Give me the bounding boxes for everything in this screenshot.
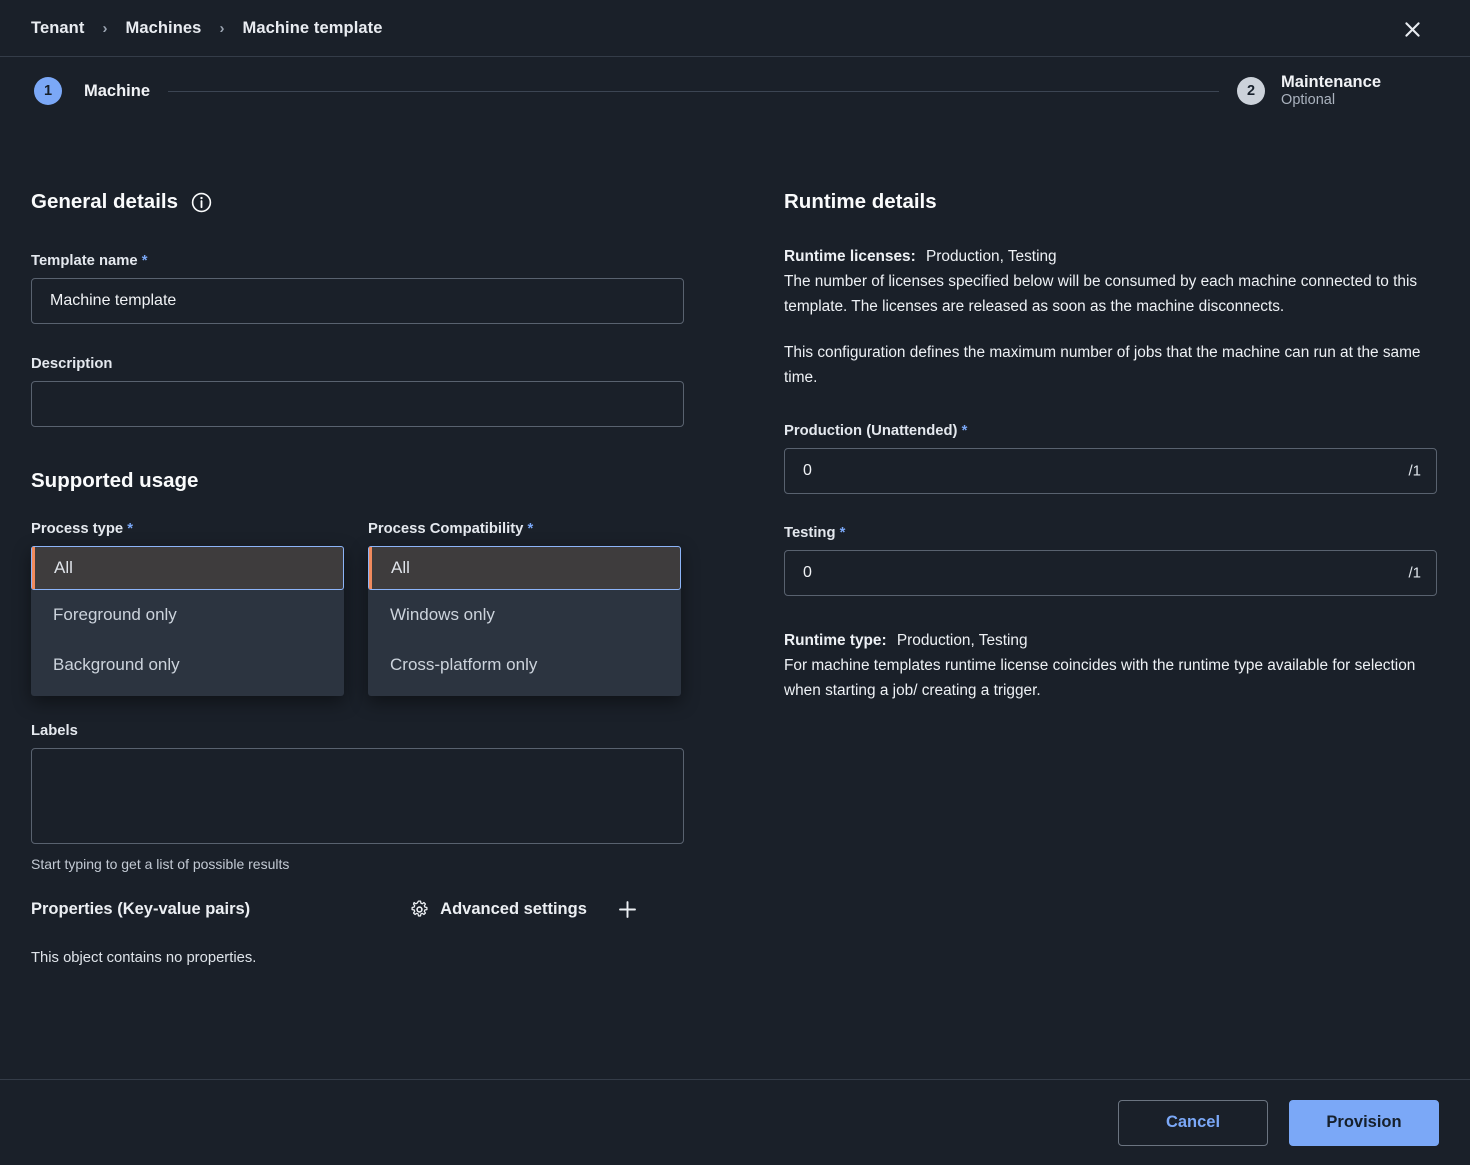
process-compatibility-dropdown: All Windows only Cross-platform only — [368, 546, 681, 696]
wizard-stepper: 1 Machine 2 Maintenance Optional — [0, 57, 1470, 125]
dialog-header: Tenant › Machines › Machine template — [0, 0, 1470, 57]
required-marker: * — [961, 422, 968, 439]
template-name-group: Template name * — [31, 253, 731, 324]
runtime-type-description: For machine templates runtime license co… — [784, 656, 1416, 699]
chevron-right-icon: › — [102, 19, 108, 37]
process-type-group: Process type * All Foreground only Backg… — [31, 521, 344, 696]
breadcrumb-item-machine-template: Machine template — [242, 18, 383, 37]
description-group: Description — [31, 356, 731, 427]
process-type-option-foreground[interactable]: Foreground only — [31, 590, 344, 640]
process-type-dropdown: All Foreground only Background only — [31, 546, 344, 696]
runtime-licenses-label: Runtime licenses: — [784, 248, 916, 265]
properties-row: Properties (Key-value pairs) Advanced se… — [31, 896, 731, 922]
process-compatibility-selected-option[interactable]: All — [368, 546, 681, 590]
required-marker: * — [141, 253, 148, 269]
production-input[interactable] — [784, 447, 1437, 494]
process-compatibility-option-cross-platform[interactable]: Cross-platform only — [368, 640, 681, 690]
runtime-licenses-description: The number of licenses specified below w… — [784, 273, 1418, 316]
step-maintenance[interactable]: 2 Maintenance Optional — [1237, 73, 1381, 110]
plus-icon — [619, 900, 637, 918]
step-label-machine: Machine — [84, 81, 151, 100]
step-machine[interactable]: 1 Machine — [34, 77, 150, 105]
general-details-heading: General details — [31, 190, 731, 214]
labels-input[interactable] — [31, 748, 684, 844]
advanced-settings-button[interactable]: Advanced settings — [410, 900, 587, 919]
breadcrumb-item-machines[interactable]: Machines — [125, 19, 201, 38]
required-marker: * — [527, 521, 534, 537]
general-details-title: General details — [31, 190, 178, 213]
step-label-maintenance: Maintenance — [1281, 72, 1381, 91]
runtime-details-title: Runtime details — [784, 190, 937, 213]
supported-usage-title: Supported usage — [31, 469, 199, 492]
runtime-type-label: Runtime type: — [784, 631, 887, 649]
general-details-column: General details Template name * Descript… — [31, 190, 731, 966]
template-name-label: Template name * — [31, 253, 148, 269]
process-compatibility-label: Process Compatibility * — [368, 521, 534, 537]
properties-title: Properties (Key-value pairs) — [31, 899, 251, 918]
cancel-button[interactable]: Cancel — [1118, 1099, 1268, 1146]
runtime-licenses-value: Production, Testing — [926, 248, 1057, 265]
step-sublabel-optional: Optional — [1281, 92, 1336, 109]
step-number-2: 2 — [1237, 76, 1266, 105]
process-type-label: Process type * — [31, 521, 134, 537]
description-input[interactable] — [31, 381, 684, 427]
chevron-right-icon: › — [219, 19, 225, 37]
process-type-option-background[interactable]: Background only — [31, 640, 344, 690]
runtime-config-description: This configuration defines the maximum n… — [784, 344, 1421, 387]
testing-label: Testing * — [784, 524, 846, 541]
step-number-1: 1 — [34, 77, 62, 105]
runtime-type-value: Production, Testing — [896, 631, 1028, 649]
template-name-input[interactable] — [31, 278, 684, 324]
process-compatibility-option-windows[interactable]: Windows only — [368, 590, 681, 640]
machine-template-dialog: Tenant › Machines › Machine template 1 M… — [0, 0, 1470, 1165]
required-marker: * — [127, 521, 134, 537]
testing-input[interactable] — [784, 549, 1437, 596]
breadcrumb: Tenant › Machines › Machine template — [0, 19, 383, 38]
close-button[interactable] — [1396, 13, 1428, 45]
dialog-footer: Cancel Provision — [0, 1079, 1470, 1165]
labels-label: Labels — [31, 723, 78, 739]
stepper-connector — [168, 90, 1220, 92]
production-group: Production (Unattended) * /1 — [784, 423, 1439, 494]
labels-group: Labels Start typing to get a list of pos… — [31, 723, 731, 872]
advanced-settings-label: Advanced settings — [440, 899, 587, 918]
runtime-licenses-block: Runtime licenses: Production, Testing Th… — [784, 244, 1439, 319]
runtime-details-column: Runtime details Runtime licenses: Produc… — [784, 190, 1439, 703]
description-label: Description — [31, 356, 113, 372]
properties-empty-text: This object contains no properties. — [31, 950, 257, 966]
add-property-button[interactable] — [615, 896, 641, 922]
production-label: Production (Unattended) * — [784, 422, 968, 439]
gear-icon — [411, 899, 428, 917]
process-compatibility-group: Process Compatibility * All Windows only… — [368, 521, 681, 696]
provision-button[interactable]: Provision — [1289, 1099, 1439, 1146]
close-icon — [1404, 21, 1420, 37]
required-marker: * — [839, 524, 846, 541]
runtime-type-block: Runtime type: Production, Testing For ma… — [784, 628, 1439, 703]
breadcrumb-item-tenant[interactable]: Tenant — [31, 19, 84, 38]
labels-hint: Start typing to get a list of possible r… — [31, 856, 290, 872]
testing-group: Testing * /1 — [784, 525, 1439, 596]
supported-usage-dropdowns: Process type * All Foreground only Backg… — [31, 521, 731, 696]
process-type-selected-option[interactable]: All — [31, 546, 344, 590]
info-icon[interactable] — [191, 192, 212, 213]
